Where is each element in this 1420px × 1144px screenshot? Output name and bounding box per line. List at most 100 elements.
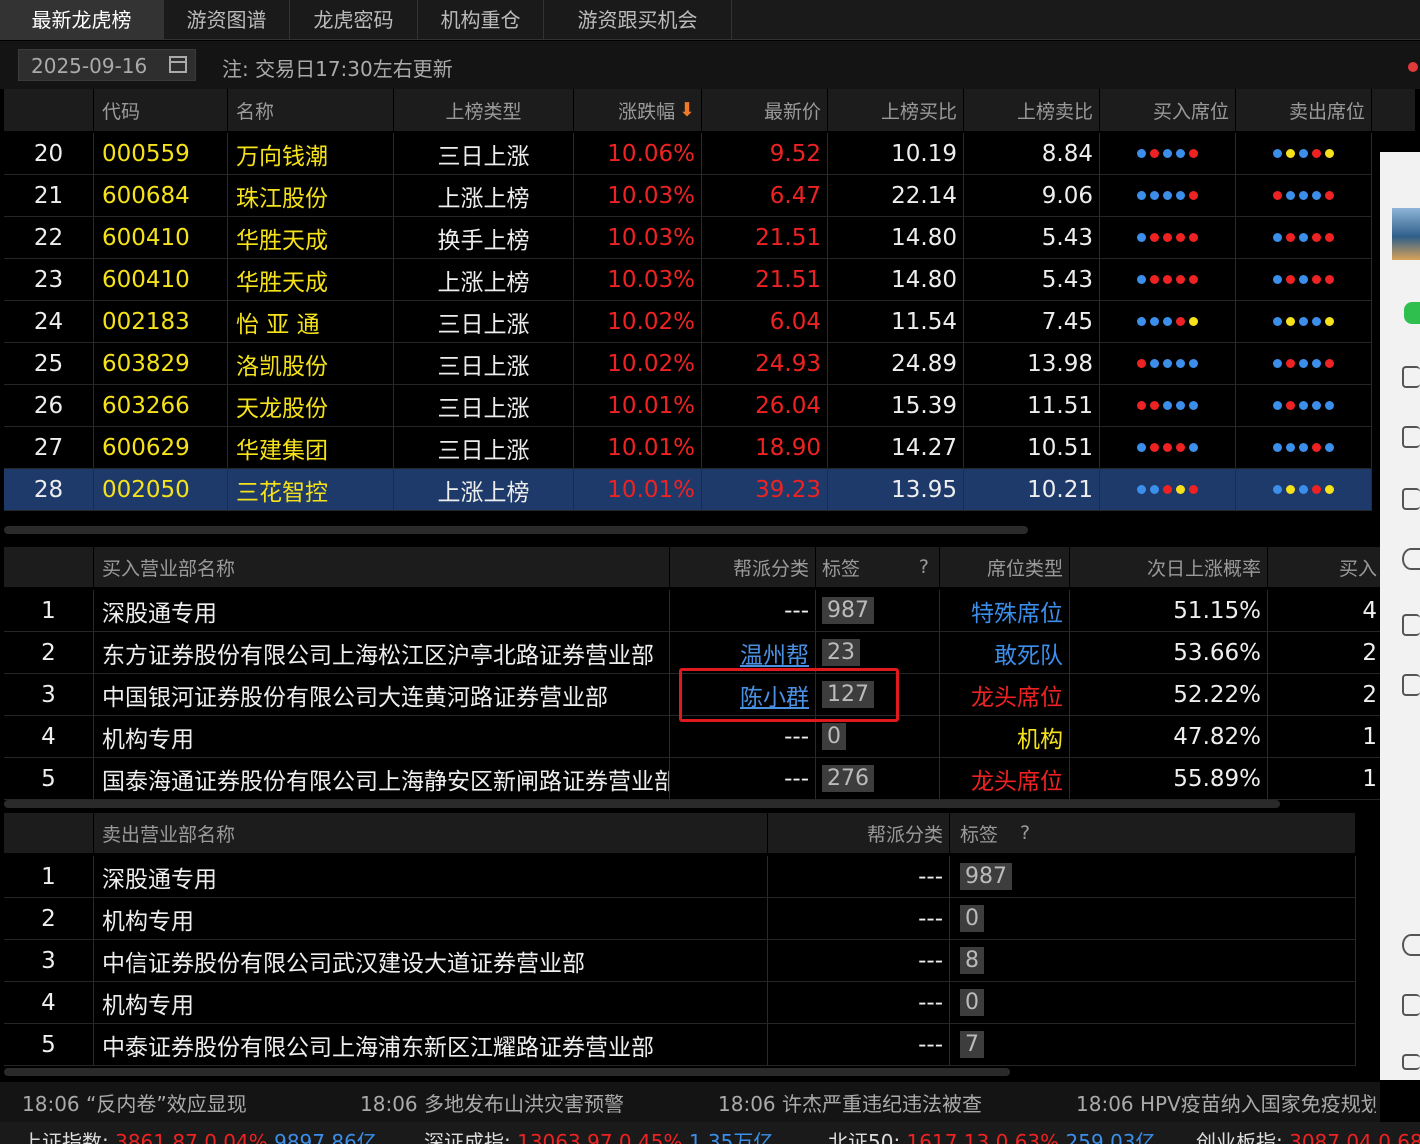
- thumbnail-image[interactable]: [1392, 208, 1420, 260]
- col-tag[interactable]: 标签 ?: [816, 547, 940, 587]
- chat-icon[interactable]: [1404, 302, 1420, 324]
- table-row[interactable]: 3 中信证券股份有限公司武汉建设大道证券营业部 --- 8: [4, 940, 1356, 982]
- table-row[interactable]: 1 深股通专用 --- 987: [4, 856, 1356, 898]
- stock-code[interactable]: 002050: [94, 469, 228, 510]
- news-item[interactable]: 18:06 HPV疫苗纳入国家免疫规划: [1076, 1088, 1376, 1117]
- table-row[interactable]: 27 600629 华建集团 三日上涨 10.01% 18.90 14.27 10.51: [4, 427, 1372, 469]
- star-icon[interactable]: [1402, 674, 1420, 696]
- dept-name[interactable]: 机构专用: [94, 898, 768, 939]
- dept-name[interactable]: 深股通专用: [94, 856, 768, 897]
- stock-code[interactable]: 600629: [94, 427, 228, 468]
- table-row[interactable]: 5 国泰海通证券股份有限公司上海静安区新闸路证券营业部 --- 276 龙头席位 55.8…: [4, 758, 1384, 800]
- col-sell-seats[interactable]: 卖出席位: [1236, 89, 1372, 131]
- table-row[interactable]: 5 中泰证券股份有限公司上海浦东新区江耀路证券营业部 --- 7: [4, 1024, 1356, 1066]
- stock-code[interactable]: 000559: [94, 133, 228, 174]
- user-icon[interactable]: [1402, 366, 1420, 388]
- col-code[interactable]: 代码: [94, 89, 228, 131]
- col-sell-ratio[interactable]: 上榜卖比: [964, 89, 1100, 131]
- gang-category[interactable]: 陈小群: [670, 674, 816, 715]
- col-buy-dept-name[interactable]: 买入营业部名称: [94, 547, 670, 587]
- table-row[interactable]: 25 603829 洛凯股份 三日上涨 10.02% 24.93 24.89 13.98: [4, 343, 1372, 385]
- tab-hot-money-map[interactable]: 游资图谱: [164, 0, 290, 40]
- stock-code[interactable]: 002183: [94, 301, 228, 342]
- col-buy-seats[interactable]: 买入席位: [1100, 89, 1236, 131]
- col-change-pct[interactable]: 涨跌幅 ⬇: [574, 89, 702, 131]
- stock-name[interactable]: 珠江股份: [228, 175, 394, 216]
- stock-code[interactable]: 603266: [94, 385, 228, 426]
- col-sell-tag[interactable]: 标签 ?: [950, 813, 1356, 853]
- dept-name[interactable]: 中信证券股份有限公司武汉建设大道证券营业部: [94, 940, 768, 981]
- help-icon[interactable]: ?: [919, 556, 929, 578]
- help-icon[interactable]: ?: [1020, 822, 1030, 844]
- stock-name[interactable]: 华胜天成: [228, 259, 394, 300]
- cube-icon[interactable]: [1402, 426, 1420, 448]
- dept-name[interactable]: 机构专用: [94, 716, 670, 757]
- col-name[interactable]: 名称: [228, 89, 394, 131]
- gang-link[interactable]: 温州帮: [740, 636, 809, 670]
- table-row[interactable]: 4 机构专用 --- 0 机构 47.82% 1: [4, 716, 1384, 758]
- stock-code[interactable]: 600684: [94, 175, 228, 216]
- dept-name[interactable]: 中国银河证券股份有限公司大连黄河路证券营业部: [94, 674, 670, 715]
- table-row[interactable]: 28 002050 三花智控 上涨上榜 10.01% 39.23 13.95 10.21: [4, 469, 1372, 511]
- stock-name[interactable]: 华建集团: [228, 427, 394, 468]
- table-row[interactable]: 21 600684 珠江股份 上涨上榜 10.03% 6.47 22.14 9.06: [4, 175, 1372, 217]
- tab-follow-buy-opportunity[interactable]: 游资跟买机会: [544, 0, 732, 40]
- col-list-type[interactable]: 上榜类型: [394, 89, 574, 131]
- table-row[interactable]: 20 000559 万向钱潮 三日上涨 10.06% 9.52 10.19 8.84: [4, 133, 1372, 175]
- table-row[interactable]: 3 中国银河证券股份有限公司大连黄河路证券营业部 陈小群 127 龙头席位 52.22% 2: [4, 674, 1384, 716]
- stock-code[interactable]: 603829: [94, 343, 228, 384]
- folder-icon[interactable]: [1402, 488, 1420, 510]
- dept-name[interactable]: 深股通专用: [94, 590, 670, 631]
- send-icon[interactable]: [1402, 614, 1420, 636]
- stock-name[interactable]: 万向钱潮: [228, 133, 394, 174]
- tab-institution-holdings[interactable]: 机构重仓: [418, 0, 544, 40]
- col-buy-amount[interactable]: 买入: [1268, 547, 1384, 587]
- news-item[interactable]: 18:06 许杰严重违纪违法被查: [718, 1088, 982, 1117]
- clock-icon[interactable]: [1402, 934, 1420, 956]
- dept-name[interactable]: 东方证券股份有限公司上海松江区沪亭北路证券营业部: [94, 632, 670, 673]
- dept-name[interactable]: 国泰海通证券股份有限公司上海静安区新闸路证券营业部: [94, 758, 670, 799]
- table-row[interactable]: 1 深股通专用 --- 987 特殊席位 51.15% 4: [4, 590, 1384, 632]
- col-sell-dept-name[interactable]: 卖出营业部名称: [94, 813, 768, 853]
- sell-horizontal-scrollbar[interactable]: [4, 1068, 1010, 1076]
- stock-code[interactable]: 600410: [94, 259, 228, 300]
- col-gang-category[interactable]: 帮派分类: [670, 547, 816, 587]
- stock-code[interactable]: 600410: [94, 217, 228, 258]
- table-row[interactable]: 2 东方证券股份有限公司上海松江区沪亭北路证券营业部 温州帮 23 敢死队 53.66% 2: [4, 632, 1384, 674]
- news-item[interactable]: 18:06 “反内卷”效应显现: [22, 1088, 247, 1117]
- dept-name[interactable]: 中泰证券股份有限公司上海浦东新区江耀路证券营业部: [94, 1024, 768, 1065]
- tab-dragon-tiger-code[interactable]: 龙虎密码: [290, 0, 418, 40]
- table-row[interactable]: 26 603266 天龙股份 三日上涨 10.01% 26.04 15.39 11.51: [4, 385, 1372, 427]
- date-picker[interactable]: 2025-09-16: [18, 49, 196, 81]
- table-row[interactable]: 23 600410 华胜天成 上涨上榜 10.03% 21.51 14.80 5.43: [4, 259, 1372, 301]
- table-row[interactable]: 2 机构专用 --- 0: [4, 898, 1356, 940]
- gang-category[interactable]: 温州帮: [670, 632, 816, 673]
- index-shanghai[interactable]: 上证指数: 3861.87 0.04% 9897.86亿: [22, 1126, 377, 1144]
- index-shenzhen[interactable]: 深证成指: 13063.97 0.45% 1.35万亿: [424, 1126, 773, 1144]
- buy-horizontal-scrollbar[interactable]: [4, 800, 1280, 808]
- stock-name[interactable]: 怡 亚 通: [228, 301, 394, 342]
- stock-name[interactable]: 华胜天成: [228, 217, 394, 258]
- col-seat-type[interactable]: 席位类型: [940, 547, 1070, 587]
- table-row[interactable]: 4 机构专用 --- 0: [4, 982, 1356, 1024]
- document-icon[interactable]: [1402, 994, 1420, 1016]
- index-beijing50[interactable]: 北证50: 1617.13 0.63% 259.03亿: [828, 1126, 1156, 1144]
- col-latest-price[interactable]: 最新价: [702, 89, 828, 131]
- calendar-icon[interactable]: [169, 56, 187, 73]
- globe-icon[interactable]: [1402, 548, 1420, 570]
- stock-name[interactable]: 洛凯股份: [228, 343, 394, 384]
- col-sell-gang-category[interactable]: 帮派分类: [768, 813, 950, 853]
- stock-name[interactable]: 三花智控: [228, 469, 394, 510]
- menu-icon[interactable]: [1402, 1054, 1420, 1070]
- tab-latest-dragon-tiger[interactable]: 最新龙虎榜: [0, 0, 164, 40]
- index-chinext[interactable]: 创业板指: 3087.04 0.68%: [1196, 1126, 1420, 1144]
- dept-name[interactable]: 机构专用: [94, 982, 768, 1023]
- news-item[interactable]: 18:06 多地发布山洪灾害预警: [360, 1088, 624, 1117]
- horizontal-scrollbar[interactable]: [4, 526, 1028, 534]
- col-buy-ratio[interactable]: 上榜买比: [828, 89, 964, 131]
- table-row[interactable]: 22 600410 华胜天成 换手上榜 10.03% 21.51 14.80 5.43: [4, 217, 1372, 259]
- table-row[interactable]: 24 002183 怡 亚 通三日上涨 10.02% 6.04 11.54 7.45: [4, 301, 1372, 343]
- col-next-day-prob[interactable]: 次日上涨概率: [1070, 547, 1268, 587]
- gang-link[interactable]: 陈小群: [740, 678, 809, 712]
- stock-name[interactable]: 天龙股份: [228, 385, 394, 426]
